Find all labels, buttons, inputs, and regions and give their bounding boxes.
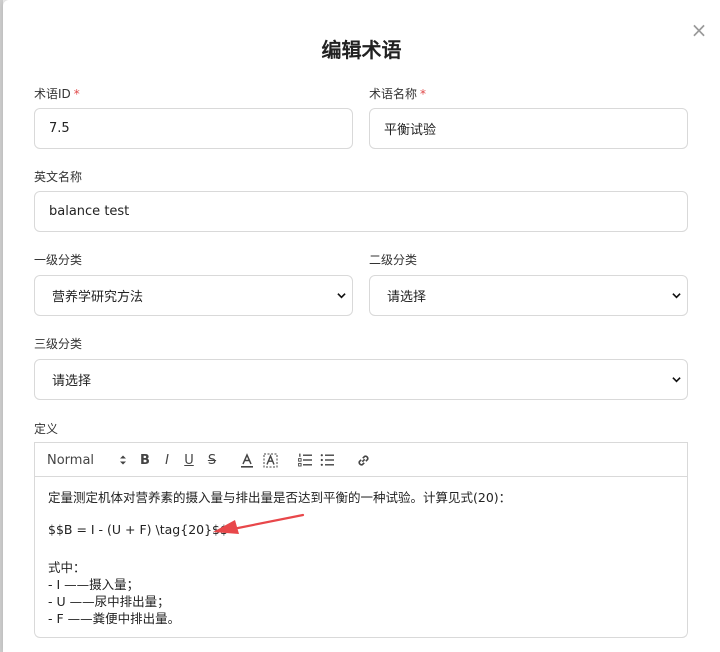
chevron-down-icon bbox=[672, 293, 681, 299]
term-name-input[interactable]: 平衡试验 bbox=[369, 108, 688, 149]
term-id-label: 术语ID * bbox=[34, 85, 80, 102]
english-name-label: 英文名称 bbox=[34, 170, 83, 184]
italic-button[interactable]: I bbox=[159, 452, 175, 468]
strike-button[interactable]: S bbox=[204, 452, 220, 468]
term-name-value: 平衡试验 bbox=[384, 123, 437, 138]
chevron-down-icon bbox=[672, 377, 681, 383]
bullet-list-icon[interactable] bbox=[319, 452, 335, 468]
required-mark: * bbox=[73, 87, 80, 101]
format-select[interactable]: Normal bbox=[47, 452, 127, 468]
term-id-input[interactable]: 7.5 bbox=[34, 108, 353, 149]
required-mark: * bbox=[420, 87, 427, 101]
dialog-title: 编辑术语 bbox=[321, 38, 402, 62]
editor-line: $$B = I - (U + F) \tag{20}$$ bbox=[48, 522, 228, 537]
level2-label: 二级分类 bbox=[369, 253, 418, 267]
annotation-arrow-icon bbox=[213, 513, 305, 534]
definition-editor[interactable]: 定量测定机体对营养素的摄入量与排出量是否达到平衡的一种试验。计算见式(20)： … bbox=[34, 477, 688, 638]
level1-selected: 营养学研究方法 bbox=[52, 290, 144, 305]
text-color-icon[interactable] bbox=[239, 452, 255, 468]
editor-line: - F ——粪便中排出量。 bbox=[48, 611, 181, 626]
underline-button[interactable]: U bbox=[181, 452, 197, 468]
level2-select[interactable]: 请选择 bbox=[369, 275, 688, 316]
level1-select[interactable]: 营养学研究方法 bbox=[34, 275, 353, 316]
format-select-value: Normal bbox=[47, 452, 95, 468]
english-name-value: balance test bbox=[49, 204, 130, 219]
term-name-label-text: 术语名称 bbox=[369, 87, 418, 101]
text-background-icon[interactable] bbox=[262, 452, 278, 468]
term-name-label: 术语名称 * bbox=[369, 85, 426, 102]
level3-label: 三级分类 bbox=[34, 337, 83, 351]
english-name-input[interactable]: balance test bbox=[34, 191, 688, 232]
definition-label: 定义 bbox=[34, 422, 59, 436]
ordered-list-icon[interactable] bbox=[297, 452, 313, 468]
level3-selected: 请选择 bbox=[52, 374, 92, 389]
link-icon[interactable] bbox=[355, 452, 371, 468]
term-id-value: 7.5 bbox=[49, 121, 70, 136]
editor-toolbar: Normal B I U S bbox=[34, 442, 688, 477]
editor-line: 定量测定机体对营养素的摄入量与排出量是否达到平衡的一种试验。计算见式(20)： bbox=[48, 490, 512, 505]
level3-select[interactable]: 请选择 bbox=[34, 359, 688, 400]
chevron-down-icon bbox=[337, 293, 346, 299]
updown-chevron-icon bbox=[120, 455, 126, 465]
bold-button[interactable]: B bbox=[137, 452, 153, 468]
level1-label: 一级分类 bbox=[34, 253, 83, 267]
term-id-label-text: 术语ID bbox=[34, 87, 71, 101]
level2-selected: 请选择 bbox=[387, 290, 427, 305]
